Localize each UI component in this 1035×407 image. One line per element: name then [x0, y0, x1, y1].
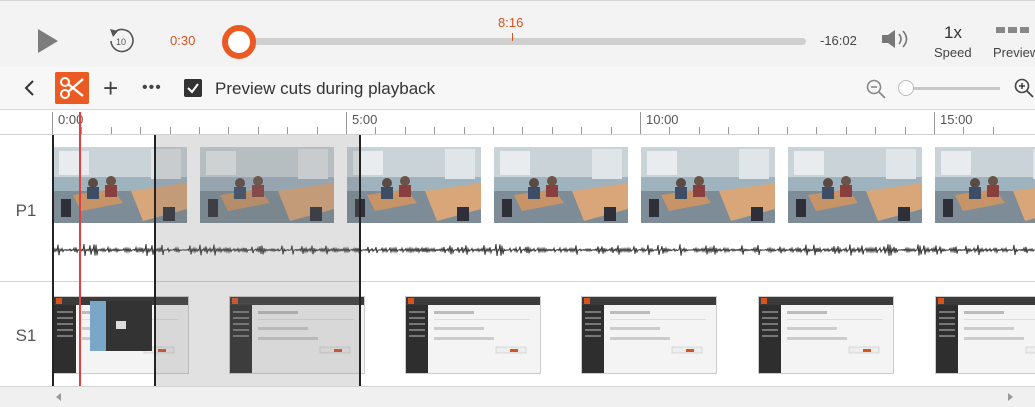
video-thumbnail [347, 147, 481, 223]
screen-thumbnail [405, 296, 541, 374]
clip-start-edge[interactable] [52, 135, 54, 386]
preview-label[interactable]: Preview [993, 45, 1035, 60]
ruler-tick [228, 127, 230, 134]
cut-selection-right-handle[interactable] [359, 135, 361, 386]
ruler-tick [346, 112, 347, 134]
ruler-tick [728, 127, 730, 134]
scissors-icon[interactable] [55, 72, 89, 104]
timeline-ruler[interactable]: 0:00 5:00 10:00 15:00 [0, 110, 1035, 135]
ruler-tick [963, 127, 965, 134]
ruler-tick [757, 127, 759, 134]
video-thumbnail [494, 147, 628, 223]
playhead[interactable] [79, 112, 81, 386]
ruler-tick [845, 127, 847, 134]
ruler-tick [493, 127, 494, 134]
seek-knob[interactable] [222, 25, 256, 59]
ruler-tick [257, 127, 259, 134]
seek-track[interactable] [238, 38, 806, 45]
ruler-tick [522, 127, 524, 134]
marker-tick [512, 33, 513, 41]
ruler-tick [404, 127, 406, 134]
preview-cuts-checkbox[interactable] [184, 79, 202, 97]
ruler-tick [640, 112, 641, 134]
ruler-tick [287, 127, 289, 134]
video-thumbnail [788, 147, 922, 223]
ruler-tick [316, 127, 318, 134]
ruler-tick [581, 127, 583, 134]
ruler-tick [875, 127, 877, 134]
ruler-tick [52, 112, 53, 134]
marker-time: 8:16 [498, 15, 524, 30]
zoom-out-icon[interactable] [865, 78, 887, 100]
zoom-in-icon[interactable] [1013, 77, 1035, 99]
ruler-tick [816, 127, 818, 134]
ruler-label: 15:00 [940, 112, 973, 127]
ruler-tick [463, 127, 465, 134]
preview-icon[interactable] [996, 27, 1035, 37]
ruler-tick [992, 127, 994, 134]
video-thumbnail [935, 147, 1035, 223]
scroll-left-icon[interactable] [56, 393, 61, 401]
ruler-tick [698, 127, 700, 134]
ruler-tick [787, 127, 788, 134]
ruler-tick [434, 127, 436, 134]
edit-toolbar: + ••• Preview cuts during playback [0, 67, 1035, 110]
ruler-tick [81, 127, 83, 134]
preview-cuts-label[interactable]: Preview cuts during playback [215, 79, 435, 99]
video-thumbnail [641, 147, 775, 223]
horizontal-scrollbar[interactable] [0, 387, 1035, 407]
speed-value[interactable]: 1x [944, 23, 962, 43]
ruler-label: 10:00 [646, 112, 679, 127]
screen-thumbnail [581, 296, 717, 374]
ruler-tick [169, 127, 171, 134]
ruler-tick [110, 127, 112, 134]
zoom-slider-knob[interactable] [898, 80, 914, 96]
scroll-right-icon[interactable] [1008, 393, 1013, 401]
back-chevron-icon[interactable] [22, 78, 38, 98]
ruler-tick [551, 127, 553, 134]
track-label-s1: S1 [15, 326, 37, 345]
ruler-tick [375, 127, 377, 134]
screen-thumbnail [935, 296, 1035, 374]
ruler-tick [904, 127, 906, 134]
plus-icon[interactable]: + [103, 73, 118, 103]
play-icon[interactable] [38, 29, 58, 53]
ruler-label: 5:00 [352, 112, 378, 127]
ruler-tick [140, 127, 142, 134]
player-bar: 10 0:30 8:16 -16:02 1x Speed Preview [0, 0, 1035, 68]
ruler-tick [669, 127, 671, 134]
ruler-tick [934, 112, 935, 134]
ruler-tick [199, 127, 200, 134]
rewind-seconds: 10 [116, 37, 126, 47]
current-time: 0:30 [170, 33, 196, 48]
track-label-p1: P1 [15, 201, 37, 220]
zoom-slider-track[interactable] [900, 87, 1000, 90]
cut-selection-left-handle[interactable] [154, 135, 156, 386]
screen-thumbnail [758, 296, 894, 374]
remaining-time: -16:02 [820, 33, 857, 48]
more-icon[interactable]: ••• [142, 74, 162, 102]
volume-icon[interactable] [880, 28, 914, 50]
rewind-10-icon[interactable]: 10 [106, 26, 136, 56]
ruler-tick [610, 127, 612, 134]
speed-label[interactable]: Speed [934, 45, 972, 60]
cut-selection[interactable] [154, 135, 360, 386]
